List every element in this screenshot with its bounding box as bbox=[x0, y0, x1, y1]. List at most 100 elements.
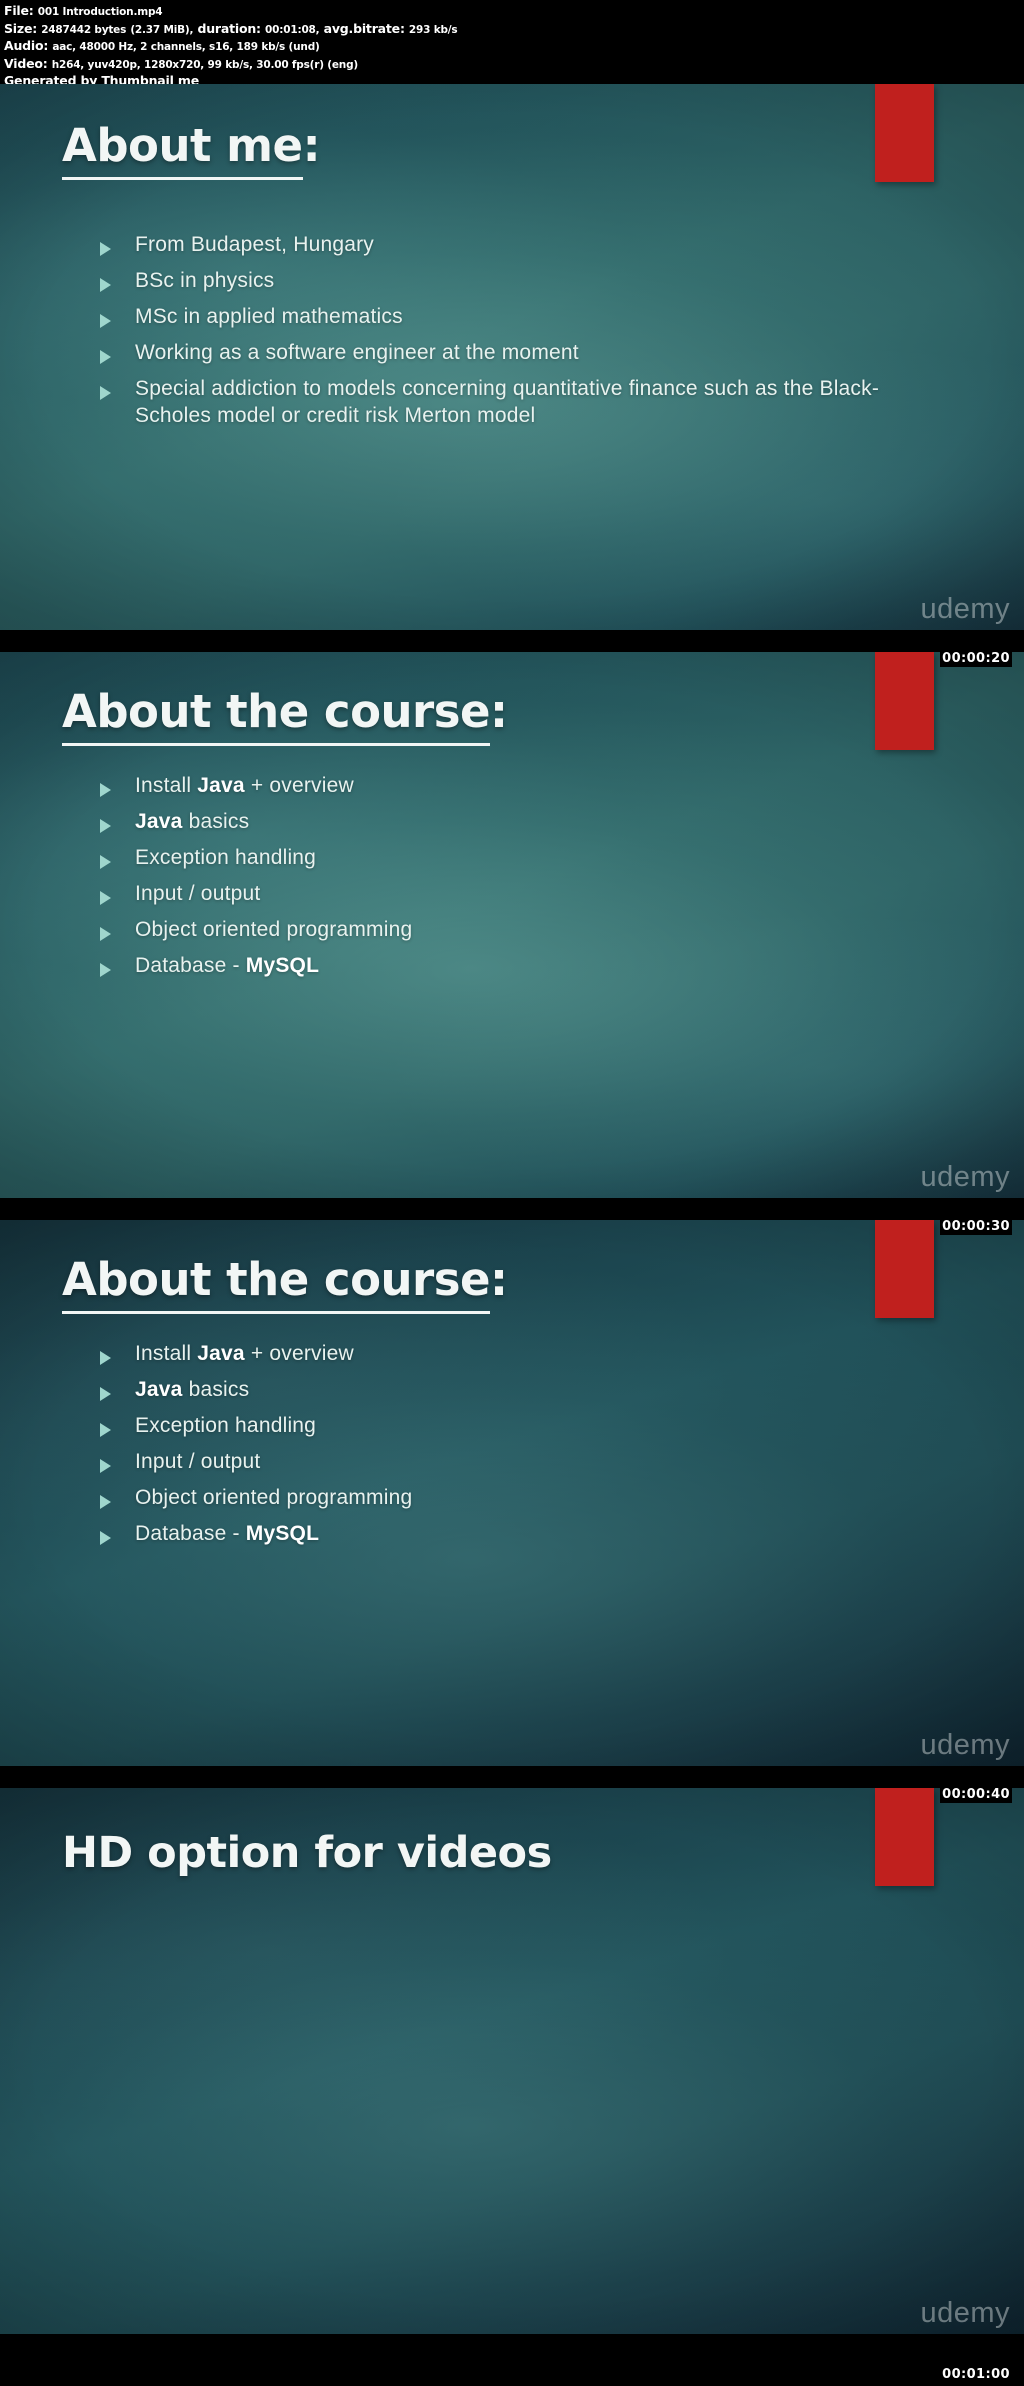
slide-title: HD option for videos bbox=[62, 1828, 552, 1878]
list-item: MSc in applied mathematics bbox=[100, 303, 890, 330]
triangle-bullet-icon bbox=[100, 963, 113, 977]
udemy-watermark: udemy bbox=[920, 1161, 1010, 1193]
size-mib: (2.37 MiB), bbox=[130, 23, 194, 36]
bullet-text: Object oriented programming bbox=[135, 918, 413, 941]
list-item: Exception handling bbox=[100, 1412, 890, 1439]
bullet-text: Install Java + overview bbox=[135, 1342, 354, 1365]
duration-value: 00:01:08, bbox=[265, 23, 320, 36]
frame-timestamp: 00:00:30 bbox=[940, 1218, 1012, 1235]
bullet-text: From Budapest, Hungary bbox=[135, 233, 375, 256]
bullet-text: Object oriented programming bbox=[135, 1486, 413, 1509]
frame-separator bbox=[0, 1198, 1024, 1220]
triangle-bullet-icon bbox=[100, 819, 113, 833]
list-item: From Budapest, Hungary bbox=[100, 231, 890, 258]
slide-title-underlined: About the course bbox=[62, 1253, 491, 1314]
bitrate-label: avg.bitrate: bbox=[323, 20, 405, 36]
list-item: Install Java + overview bbox=[100, 772, 890, 799]
frame-timestamp: 00:00:40 bbox=[940, 1786, 1012, 1803]
video-info: h264, yuv420p, 1280x720, 99 kb/s, 30.00 … bbox=[51, 58, 358, 71]
triangle-bullet-icon bbox=[100, 1459, 113, 1473]
list-item: Database - MySQL bbox=[100, 1520, 890, 1547]
audio-info: aac, 48000 Hz, 2 channels, s16, 189 kb/s… bbox=[52, 41, 320, 53]
list-item: Object oriented programming bbox=[100, 1484, 890, 1511]
red-accent-bar bbox=[875, 1788, 934, 1886]
bullet-text: Java basics bbox=[135, 810, 250, 833]
video-label: Video: bbox=[4, 55, 48, 71]
list-item: Database - MySQL bbox=[100, 952, 890, 979]
bullet-list: Install Java + overview Java basics Exce… bbox=[100, 1340, 890, 1556]
bullet-text: Special addiction to models concerning q… bbox=[135, 377, 880, 427]
video-frame-thumbnail[interactable]: About the course: Install Java + overvie… bbox=[0, 1220, 1024, 1766]
audio-label: Audio: bbox=[4, 38, 49, 53]
triangle-bullet-icon bbox=[100, 927, 113, 941]
meta-line-size: Size: 2487442 bytes (2.37 MiB), duration… bbox=[4, 21, 1020, 39]
udemy-watermark: udemy bbox=[920, 1729, 1010, 1761]
bullet-text: Input / output bbox=[135, 1450, 261, 1473]
bullet-text: Database - MySQL bbox=[135, 954, 320, 977]
meta-line-audio: Audio: aac, 48000 Hz, 2 channels, s16, 1… bbox=[4, 38, 1020, 56]
list-item: Install Java + overview bbox=[100, 1340, 890, 1367]
frame-separator bbox=[0, 2334, 1024, 2356]
bullet-text: Working as a software engineer at the mo… bbox=[135, 341, 579, 364]
size-label: Size: bbox=[4, 20, 38, 36]
list-item: Java basics bbox=[100, 1376, 890, 1403]
triangle-bullet-icon bbox=[100, 891, 113, 905]
bullet-list: Install Java + overview Java basics Exce… bbox=[100, 772, 890, 988]
list-item: Input / output bbox=[100, 880, 890, 907]
meta-line-file: File: 001 Introduction.mp4 bbox=[4, 3, 1020, 21]
bullet-text: Java basics bbox=[135, 1378, 250, 1401]
triangle-bullet-icon bbox=[100, 855, 113, 869]
file-name: 001 Introduction.mp4 bbox=[37, 6, 163, 18]
video-frame-thumbnail[interactable]: HD option for videos udemy bbox=[0, 1788, 1024, 2334]
video-metadata-header: File: 001 Introduction.mp4 Size: 2487442… bbox=[0, 0, 1024, 88]
udemy-watermark: udemy bbox=[920, 2297, 1010, 2329]
frame-timestamp: 00:01:00 bbox=[940, 2366, 1012, 2383]
slide-title-underlined: About me bbox=[62, 119, 303, 180]
udemy-watermark: udemy bbox=[920, 593, 1010, 625]
bitrate-value: 293 kb/s bbox=[408, 23, 458, 36]
list-item: Java basics bbox=[100, 808, 890, 835]
bullet-text: Exception handling bbox=[135, 846, 317, 869]
slide-title-suffix: : bbox=[490, 1253, 508, 1306]
list-item: BSc in physics bbox=[100, 267, 890, 294]
frame-separator bbox=[0, 630, 1024, 652]
list-item: Working as a software engineer at the mo… bbox=[100, 339, 890, 366]
bullet-text: Exception handling bbox=[135, 1414, 317, 1437]
bullet-text: MSc in applied mathematics bbox=[135, 305, 403, 328]
triangle-bullet-icon bbox=[100, 350, 113, 364]
bullet-text: Install Java + overview bbox=[135, 774, 354, 797]
slide-title-suffix: : bbox=[302, 119, 321, 172]
list-item: Special addiction to models concerning q… bbox=[100, 375, 890, 429]
triangle-bullet-icon bbox=[100, 1423, 113, 1437]
triangle-bullet-icon bbox=[100, 1531, 113, 1545]
video-frame-thumbnail[interactable]: About me: From Budapest, Hungary BSc in … bbox=[0, 84, 1024, 630]
slide-title: About the course: bbox=[62, 1253, 508, 1314]
red-accent-bar bbox=[875, 652, 934, 750]
size-bytes: 2487442 bytes bbox=[41, 23, 127, 36]
file-label: File: bbox=[4, 3, 34, 18]
triangle-bullet-icon bbox=[100, 386, 113, 400]
meta-line-video: Video: h264, yuv420p, 1280x720, 99 kb/s,… bbox=[4, 56, 1020, 74]
slide-title-underlined: About the course bbox=[62, 685, 491, 746]
triangle-bullet-icon bbox=[100, 1495, 113, 1509]
list-item: Object oriented programming bbox=[100, 916, 890, 943]
frame-timestamp: 00:00:20 bbox=[940, 650, 1012, 667]
bullet-list: From Budapest, Hungary BSc in physics MS… bbox=[100, 231, 890, 438]
frame-separator bbox=[0, 1766, 1024, 1788]
triangle-bullet-icon bbox=[100, 242, 113, 256]
bullet-text: Database - MySQL bbox=[135, 1522, 320, 1545]
triangle-bullet-icon bbox=[100, 1387, 113, 1401]
bullet-text: Input / output bbox=[135, 882, 261, 905]
slide-title: About me: bbox=[62, 119, 321, 180]
bullet-text: BSc in physics bbox=[135, 269, 275, 292]
triangle-bullet-icon bbox=[100, 314, 113, 328]
list-item: Exception handling bbox=[100, 844, 890, 871]
list-item: Input / output bbox=[100, 1448, 890, 1475]
triangle-bullet-icon bbox=[100, 783, 113, 797]
red-accent-bar bbox=[875, 84, 934, 182]
slide-title-suffix: : bbox=[490, 685, 508, 738]
slide-title: About the course: bbox=[62, 685, 508, 746]
video-frame-thumbnail[interactable]: About the course: Install Java + overvie… bbox=[0, 652, 1024, 1198]
triangle-bullet-icon bbox=[100, 1351, 113, 1365]
red-accent-bar bbox=[875, 1220, 934, 1318]
